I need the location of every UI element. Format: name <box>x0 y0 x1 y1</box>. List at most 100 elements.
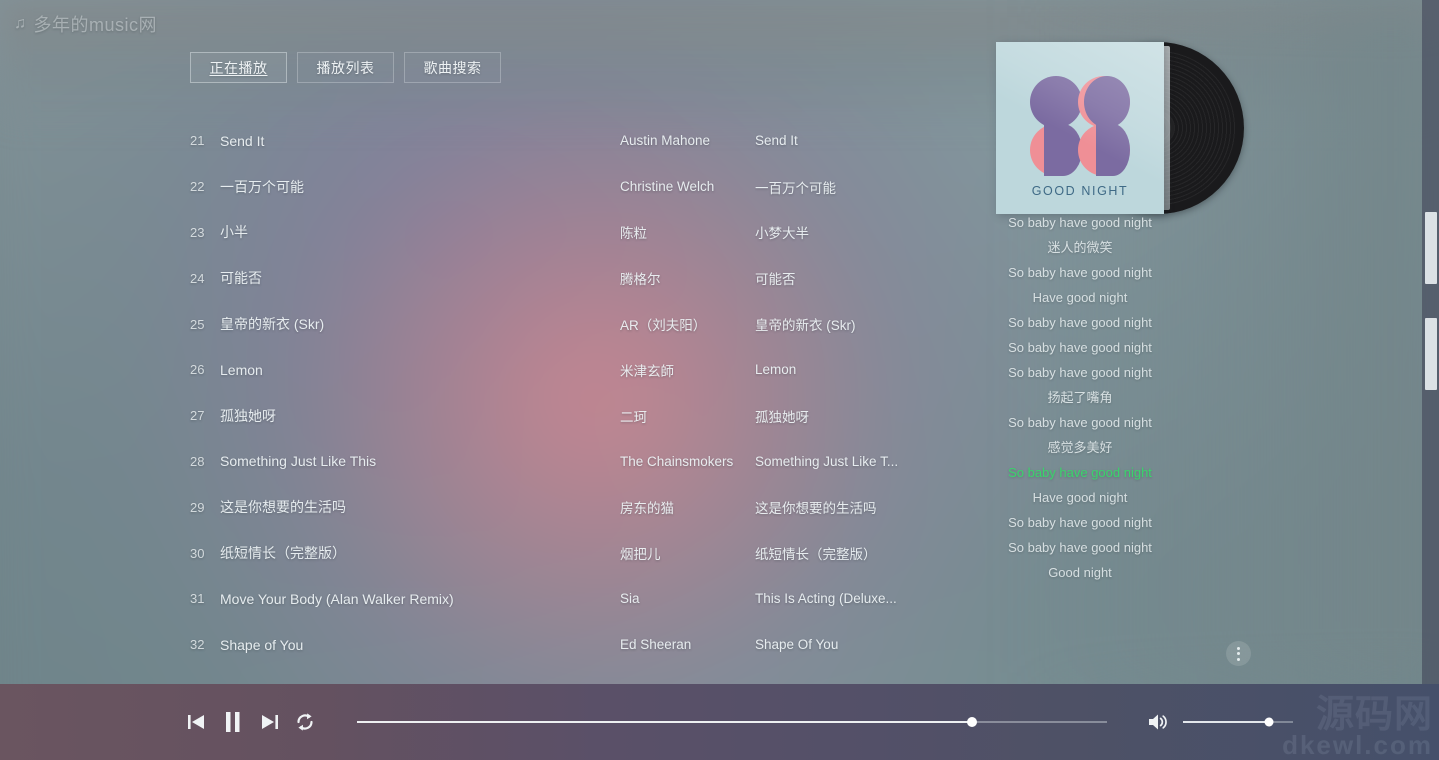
track-title: 可能否 <box>220 270 262 287</box>
pause-icon[interactable] <box>221 710 245 734</box>
site-logo[interactable]: ♫ 多年的music网 <box>14 11 157 37</box>
table-row[interactable]: 26 Lemon 米津玄師 Lemon <box>190 347 930 393</box>
track-artist: Austin Mahone <box>620 133 711 149</box>
track-album: 孤独她呀 <box>755 409 809 425</box>
track-artist: The Chainsmokers <box>620 453 734 469</box>
table-row[interactable]: 25 皇帝的新衣 (Skr) AR（刘夫阳） 皇帝的新衣 (Skr) <box>190 301 930 347</box>
lyric-line: So baby have good night <box>1008 365 1152 380</box>
main-tabs: 正在播放 播放列表 歌曲搜索 <box>190 52 501 83</box>
cover-circle-3-overlay <box>1044 124 1082 176</box>
track-index: 21 <box>190 133 205 149</box>
album-cover-title: GOOD NIGHT <box>1031 184 1129 198</box>
more-dot <box>1237 652 1240 655</box>
track-title: 孤独她呀 <box>220 407 276 424</box>
scrollbar-thumb[interactable] <box>1425 318 1437 390</box>
lyric-line: Have good night <box>1032 490 1128 505</box>
volume-slider[interactable] <box>1183 713 1293 731</box>
track-artist: 烟把儿 <box>620 547 661 563</box>
progress-slider[interactable] <box>357 713 1107 731</box>
lyric-line: So baby have good night <box>1008 315 1152 330</box>
volume-on-icon[interactable] <box>1147 711 1169 733</box>
track-album: 小梦大半 <box>755 226 809 242</box>
tab-song-search[interactable]: 歌曲搜索 <box>404 52 501 83</box>
table-row[interactable]: 22 一百万个可能 Christine Welch 一百万个可能 <box>190 164 930 210</box>
track-title: 小半 <box>220 224 248 241</box>
track-album: Lemon <box>755 362 797 378</box>
volume-handle[interactable] <box>1264 717 1274 727</box>
table-row[interactable]: 29 这是你想要的生活吗 房东的猫 这是你想要的生活吗 <box>190 484 930 530</box>
tab-song-search-label: 歌曲搜索 <box>423 59 482 76</box>
lyric-line: 迷人的微笑 <box>1047 240 1113 255</box>
cover-circle-2-overlay <box>1084 76 1130 128</box>
track-artist: 陈粒 <box>620 226 647 242</box>
track-title: Lemon <box>220 361 263 378</box>
music-note-icon: ♫ <box>14 15 27 32</box>
tab-now-playing[interactable]: 正在播放 <box>190 52 287 83</box>
more-vertical-icon[interactable] <box>1226 641 1251 666</box>
track-title: Something Just Like This <box>220 453 377 470</box>
track-index: 25 <box>190 316 205 332</box>
lyric-line: Good night <box>1048 565 1112 580</box>
track-album: 纸短情长（完整版） <box>755 547 877 563</box>
next-track-icon[interactable] <box>257 710 281 734</box>
progress-track <box>357 717 1107 727</box>
lyrics-panel[interactable]: So baby have good night 迷人的微笑 So baby ha… <box>996 210 1164 610</box>
track-index: 32 <box>190 637 205 653</box>
lyric-line: So baby have good night <box>1008 215 1152 230</box>
track-title: 一百万个可能 <box>220 178 304 195</box>
repeat-icon[interactable] <box>293 710 317 734</box>
lyric-line: So baby have good night <box>1008 265 1152 280</box>
table-row[interactable]: 28 Something Just Like This The Chainsmo… <box>190 439 930 485</box>
track-index: 24 <box>190 270 205 286</box>
previous-track-icon[interactable] <box>185 710 209 734</box>
track-index: 31 <box>190 591 205 607</box>
track-album: Something Just Like T... <box>755 453 899 469</box>
vertical-scrollbar[interactable] <box>1422 0 1439 684</box>
more-dot <box>1237 646 1240 650</box>
volume-control <box>1147 711 1293 733</box>
track-album: Send It <box>755 133 798 149</box>
track-index: 29 <box>190 499 205 515</box>
track-list: 21 Send It Austin Mahone Send It 22 一百万个… <box>190 118 930 668</box>
volume-fill <box>1183 721 1269 723</box>
table-row[interactable]: 24 可能否 腾格尔 可能否 <box>190 255 930 301</box>
track-artist: 米津玄師 <box>620 363 674 379</box>
track-index: 22 <box>190 179 205 195</box>
progress-handle[interactable] <box>967 717 977 727</box>
scrollbar-thumb[interactable] <box>1425 212 1437 284</box>
volume-track <box>1183 717 1293 727</box>
track-index: 27 <box>190 408 205 424</box>
table-row[interactable]: 31 Move Your Body (Alan Walker Remix) Si… <box>190 576 930 622</box>
track-album: 可能否 <box>755 272 796 288</box>
lyric-line: So baby have good night <box>1008 515 1152 530</box>
table-row[interactable]: 23 小半 陈粒 小梦大半 <box>190 210 930 256</box>
lyric-line: So baby have good night <box>1008 540 1152 555</box>
table-row[interactable]: 21 Send It Austin Mahone Send It <box>190 118 930 164</box>
track-album: Shape Of You <box>755 637 839 653</box>
track-index: 30 <box>190 545 205 561</box>
album-cover-stage[interactable]: GOOD NIGHT <box>996 42 1244 214</box>
tab-now-playing-label: 正在播放 <box>209 59 268 76</box>
track-title: Move Your Body (Alan Walker Remix) <box>220 590 454 607</box>
track-artist: AR（刘夫阳） <box>620 318 707 334</box>
track-album: 皇帝的新衣 (Skr) <box>755 318 856 334</box>
tab-playlist[interactable]: 播放列表 <box>297 52 394 83</box>
table-row[interactable]: 27 孤独她呀 二珂 孤独她呀 <box>190 393 930 439</box>
track-title: 纸短情长（完整版） <box>220 545 346 562</box>
track-index: 26 <box>190 362 205 378</box>
track-index: 28 <box>190 453 205 469</box>
playback-controls <box>185 710 317 734</box>
album-cover-art[interactable]: GOOD NIGHT <box>996 42 1164 214</box>
cover-circle-1 <box>1030 76 1082 128</box>
player-bar <box>0 684 1439 760</box>
lyric-line: So baby have good night <box>1008 415 1152 430</box>
table-row[interactable]: 30 纸短情长（完整版） 烟把儿 纸短情长（完整版） <box>190 530 930 576</box>
track-artist: Christine Welch <box>620 179 715 195</box>
track-artist: Ed Sheeran <box>620 637 692 653</box>
music-player-app: ♫ 多年的music网 正在播放 播放列表 歌曲搜索 21 Send It Au… <box>0 0 1439 760</box>
track-album: This Is Acting (Deluxe... <box>755 591 897 607</box>
track-title: Shape of You <box>220 636 304 653</box>
tab-playlist-label: 播放列表 <box>316 59 375 76</box>
track-artist: 房东的猫 <box>620 501 674 517</box>
table-row[interactable]: 32 Shape of You Ed Sheeran Shape Of You <box>190 622 930 668</box>
